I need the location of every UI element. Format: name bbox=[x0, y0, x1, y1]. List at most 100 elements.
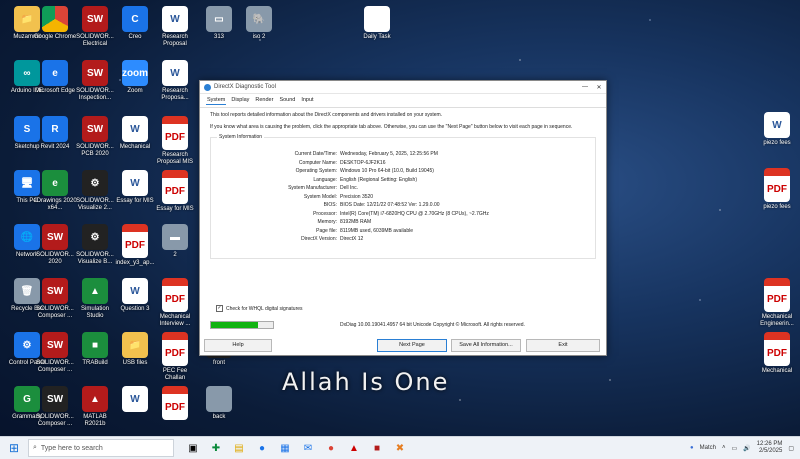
desktop-icon-image: W bbox=[122, 170, 148, 196]
search-box[interactable]: ⌕ Type here to search bbox=[28, 439, 174, 457]
clock[interactable]: 12:26 PM 2/5/2025 bbox=[757, 441, 783, 455]
desktop-icon-image: W bbox=[162, 6, 188, 32]
desktop-icon-image: SW bbox=[42, 386, 68, 412]
desktop-icon[interactable]: Daily Task bbox=[354, 6, 400, 41]
desktop-icon-image: SW bbox=[42, 332, 68, 358]
desktop-icon-image: W bbox=[122, 386, 148, 412]
desktop-icon[interactable]: PDF Essay for MIS bbox=[152, 170, 198, 213]
system-info-value: BIOS Date: 12/21/22 07:48:52 Ver: 1.29.0… bbox=[340, 202, 440, 209]
next-page-button[interactable]: Next Page bbox=[377, 339, 447, 352]
close-icon[interactable]: ✕ bbox=[592, 84, 606, 91]
desktop-icon-image bbox=[42, 6, 68, 32]
system-info-row: System Model: Precision 3520 bbox=[211, 193, 595, 202]
desktop-icon[interactable]: Wpiezo fees bbox=[754, 112, 800, 147]
system-info-key: Processor: bbox=[313, 210, 337, 217]
desktop-icon-image: PDF bbox=[162, 386, 188, 420]
volume-icon[interactable]: 🔊 bbox=[743, 445, 750, 452]
desktop-icon[interactable]: 🐘 iso 2 bbox=[236, 6, 282, 41]
desktop-icon-image: e bbox=[42, 60, 68, 86]
desktop-icon[interactable]: PDF Mechanical Engineerin... bbox=[754, 278, 800, 328]
search-placeholder: Type here to search bbox=[40, 444, 103, 452]
desktop-icon-image: ▲ bbox=[82, 386, 108, 412]
system-info-row: Page file: 8119MB used, 6039MB available bbox=[211, 227, 595, 236]
taskbar: ⊞ ⌕ Type here to search ▣ ✚ ▤ ● ▦ ✉ ● ▲ … bbox=[0, 436, 800, 459]
desktop-icon[interactable]: PDF Research Proposal MIS bbox=[152, 116, 198, 166]
system-info-key: System Model: bbox=[303, 193, 337, 200]
system-info-value: 8119MB used, 6039MB available bbox=[340, 227, 414, 234]
tab-sound[interactable]: Sound bbox=[278, 96, 296, 105]
system-information-label: System Information bbox=[217, 134, 265, 140]
desktop-icon-image: R bbox=[42, 116, 68, 142]
desktop-icon-image: ▭ bbox=[206, 6, 232, 32]
desktop-icon-label: back bbox=[212, 414, 226, 420]
desktop-icon-image: PDF bbox=[162, 116, 188, 150]
desktop-icon-label: Research Proposal MIS bbox=[156, 152, 193, 165]
desktop-icon[interactable]: PDF bbox=[152, 386, 198, 422]
system-info-row: Processor: Intel(R) Core(TM) i7-6820HQ CP… bbox=[211, 210, 595, 219]
desktop-icon-image: W bbox=[764, 112, 790, 138]
network-icon[interactable]: ▭ bbox=[731, 445, 737, 452]
title-bar[interactable]: DirectX Diagnostic Tool — ✕ bbox=[200, 81, 606, 94]
desktop-icon[interactable]: PDF Mechanical Interview ... bbox=[152, 278, 198, 328]
tab-display[interactable]: Display bbox=[230, 96, 250, 105]
pdf-icon[interactable]: ▲ bbox=[347, 443, 361, 454]
chrome-icon[interactable]: ● bbox=[324, 443, 338, 454]
edge-icon[interactable]: ● bbox=[255, 443, 269, 454]
desktop-icon-label: index_y3_ap... bbox=[115, 260, 155, 266]
desktop-icon[interactable]: W Research Proposal bbox=[152, 6, 198, 48]
exit-button[interactable]: Exit bbox=[526, 339, 600, 352]
weather-label[interactable]: Match bbox=[700, 445, 716, 451]
system-information-group: System Information Current Date/Time: Wed… bbox=[210, 134, 596, 259]
desktop-icon-image: e bbox=[42, 170, 68, 196]
desktop-icon-label: PEC Fee Challan bbox=[162, 368, 188, 381]
tab-system[interactable]: System bbox=[206, 96, 227, 105]
desktop-icon[interactable]: PDF Mechanical bbox=[754, 332, 800, 375]
system-info-value: Dell Inc. bbox=[340, 185, 359, 192]
system-info-row: BIOS: BIOS Date: 12/21/22 07:48:52 Ver: 1… bbox=[211, 201, 595, 210]
desktop-icon-label: MATLAB R2021b bbox=[83, 414, 107, 427]
save-all-information-button[interactable]: Save All Information... bbox=[451, 339, 521, 352]
desktop-icon-image bbox=[206, 386, 232, 412]
desktop-icon-image: PDF bbox=[764, 278, 790, 312]
mail-icon[interactable]: ✉ bbox=[301, 443, 315, 454]
desktop-icon[interactable]: ▬ 2 bbox=[152, 224, 198, 259]
solidworks-icon[interactable]: ■ bbox=[370, 443, 384, 454]
copyright-text: DxDiag 10.00.19041.4957 64 bit Unicode C… bbox=[340, 322, 525, 328]
store-icon[interactable]: ▦ bbox=[278, 443, 292, 454]
system-info-row: DirectX Version: DirectX 12 bbox=[211, 235, 595, 244]
tab-render[interactable]: Render bbox=[254, 96, 274, 105]
desktop-icon-image: SW bbox=[82, 116, 108, 142]
system-info-key: BIOS: bbox=[323, 202, 337, 209]
clock-date: 2/5/2025 bbox=[758, 448, 783, 454]
weather-icon[interactable]: ● bbox=[690, 445, 694, 451]
system-info-key: Computer Name: bbox=[298, 159, 337, 166]
desktop-icon-image: W bbox=[162, 60, 188, 86]
desktop-icon[interactable]: PDF PEC Fee Challan bbox=[152, 332, 198, 382]
desktop-icon-image: SW bbox=[82, 60, 108, 86]
notifications-icon[interactable]: ▢ bbox=[788, 445, 794, 452]
desktop-icon-image: PDF bbox=[764, 168, 790, 202]
desktop-icon-image: W bbox=[122, 116, 148, 142]
system-info-row: Memory: 8192MB RAM bbox=[211, 218, 595, 227]
windows-start-icon[interactable]: ⊞ bbox=[0, 441, 28, 455]
checkbox-checked-icon[interactable]: ✓ bbox=[216, 305, 223, 312]
clock-time: 12:26 PM bbox=[756, 441, 783, 447]
desktop-icon[interactable]: back bbox=[196, 386, 242, 421]
chevron-up-icon[interactable]: ˄ bbox=[722, 445, 726, 451]
whql-checkbox[interactable]: ✓ Check for WHQL digital signatures bbox=[216, 305, 303, 312]
system-info-key: DirectX Version: bbox=[301, 236, 337, 243]
file-explorer-icon[interactable]: ▤ bbox=[232, 443, 246, 454]
tab-input[interactable]: Input bbox=[300, 96, 314, 105]
desktop-icon-label: Mechanical Engineerin... bbox=[760, 314, 794, 327]
task-view-icon[interactable]: ▣ bbox=[186, 443, 200, 454]
x-app-icon[interactable]: ✖ bbox=[393, 443, 407, 454]
progress-fill bbox=[211, 322, 258, 328]
minimize-icon[interactable]: — bbox=[578, 84, 592, 91]
desktop-icon-image bbox=[364, 6, 390, 32]
desktop-icon[interactable]: PDF piezo fees bbox=[754, 168, 800, 211]
desktop-icon-image: SW bbox=[42, 224, 68, 250]
desktop-icon[interactable]: W Research Proposa... bbox=[152, 60, 198, 102]
help-button[interactable]: Help bbox=[204, 339, 272, 352]
dxdiag-taskbar-icon[interactable]: ✚ bbox=[209, 443, 223, 454]
desktop-icon-image: PDF bbox=[162, 278, 188, 312]
